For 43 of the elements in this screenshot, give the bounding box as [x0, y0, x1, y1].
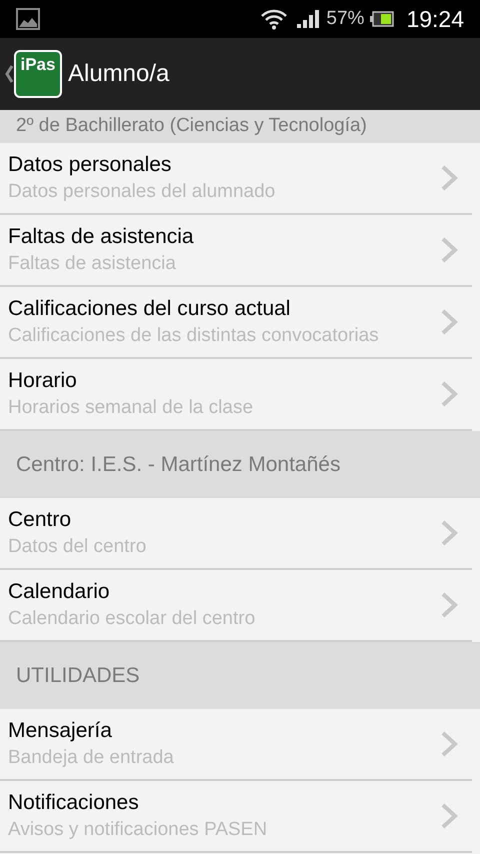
list-item[interactable]: Faltas de asistencia Faltas de asistencia [0, 215, 472, 287]
app-logo: iPas [14, 50, 62, 98]
item-subtitle: Datos personales del alumnado [8, 180, 276, 204]
chevron-right-icon [440, 236, 458, 264]
item-subtitle: Horarios semanal de la clase [8, 396, 254, 420]
item-title: Horario [8, 368, 78, 394]
signal-icon [296, 9, 320, 29]
back-button[interactable]: iPas [0, 50, 62, 98]
list-item[interactable]: Notificaciones Avisos y notificaciones PASEN [0, 781, 472, 853]
item-subtitle: Avisos y notificaciones PASEN [8, 818, 268, 842]
chevron-right-icon [440, 519, 458, 547]
chevron-right-icon [440, 164, 458, 192]
chevron-right-icon [440, 591, 458, 619]
chevron-right-icon [440, 380, 458, 408]
item-title: Centro [8, 507, 72, 533]
section-header: UTILIDADES [0, 642, 480, 709]
back-caret-icon [4, 64, 14, 84]
item-title: Mensajería [8, 718, 113, 744]
screen-title: Alumno/a [68, 59, 170, 89]
chevron-right-icon [440, 802, 458, 830]
list-item[interactable]: Centro Datos del centro [0, 498, 472, 570]
list-item[interactable]: Calificaciones del curso actual Calificaciones de las distintas convocatorias [0, 287, 472, 359]
wifi-icon [260, 8, 288, 30]
chevron-right-icon [440, 730, 458, 758]
item-title: Faltas de asistencia [8, 224, 195, 250]
item-subtitle: Calendario escolar del centro [8, 607, 256, 631]
item-subtitle: Datos del centro [8, 535, 148, 559]
item-subtitle: Faltas de asistencia [8, 252, 177, 276]
list-item[interactable]: Datos personales Datos personales del alumnado [0, 143, 472, 215]
item-title: Calificaciones del curso actual [8, 296, 292, 322]
section-header: 2º de Bachillerato (Ciencias y Tecnología) [0, 110, 480, 143]
section-header: Centro: I.E.S. - Martínez Montañés [0, 431, 480, 498]
item-title: Calendario [8, 579, 111, 605]
item-subtitle: Calificaciones de las distintas convocatorias [8, 324, 380, 348]
item-title: Datos personales [8, 152, 172, 178]
item-subtitle: Bandeja de entrada [8, 746, 175, 770]
image-icon [16, 8, 40, 30]
clock: 19:24 [406, 4, 464, 34]
chevron-right-icon [440, 308, 458, 336]
list-item[interactable]: Mensajería Bandeja de entrada [0, 709, 472, 781]
item-title: Notificaciones [8, 790, 140, 816]
battery-icon [370, 11, 394, 27]
battery-percent: 57% [326, 6, 364, 31]
